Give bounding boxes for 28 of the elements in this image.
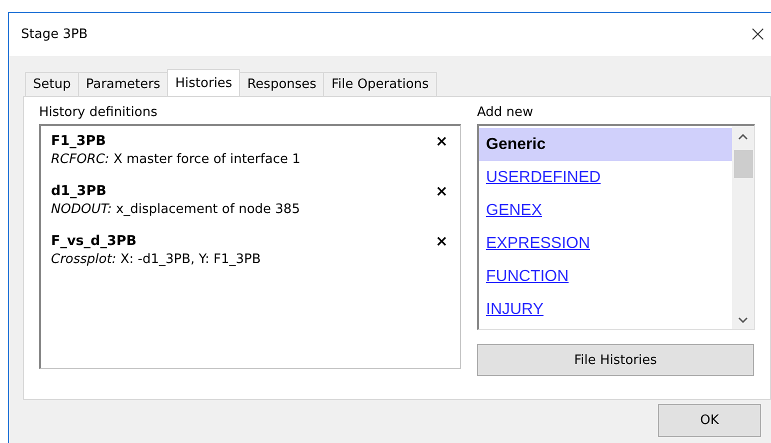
- file-histories-button[interactable]: File Histories: [477, 344, 754, 376]
- history-name: d1_3PB: [51, 183, 106, 199]
- remove-button[interactable]: ×: [433, 232, 450, 250]
- history-type-link[interactable]: FUNCTION: [486, 268, 569, 286]
- category-header[interactable]: Generic: [479, 128, 732, 161]
- tab[interactable]: Histories: [167, 69, 240, 96]
- section-label: History definitions: [39, 105, 158, 120]
- window-title: Stage 3PB: [21, 27, 88, 42]
- history-description: NODOUT: x_displacement of node 385: [51, 202, 301, 217]
- scroll-up-icon[interactable]: [738, 134, 748, 140]
- history-type-link[interactable]: EXPRESSION: [486, 234, 590, 252]
- history-description: RCFORC: X master force of interface 1: [51, 152, 302, 167]
- section-label: Add new: [477, 105, 534, 120]
- history-name: F_vs_d_3PB: [51, 233, 137, 249]
- history-type-link[interactable]: INJURY: [486, 300, 544, 318]
- remove-button[interactable]: ×: [433, 182, 450, 200]
- scrollbar[interactable]: [732, 126, 754, 329]
- history-name: F1_3PB: [51, 133, 106, 149]
- close-button[interactable]: ×: [744, 22, 771, 47]
- history-type-link[interactable]: GENEX: [486, 202, 542, 220]
- scroll-down-icon[interactable]: [738, 317, 748, 323]
- remove-button[interactable]: ×: [433, 132, 450, 150]
- history-description: Crossplot: X: -d1_3PB, Y: F1_3PB: [51, 252, 262, 267]
- tab[interactable]: File Operations: [323, 72, 437, 96]
- scroll-thumb[interactable]: [734, 150, 752, 178]
- ok-button[interactable]: OK: [658, 404, 761, 437]
- history-type-link[interactable]: USERDEFINED: [486, 168, 601, 186]
- tab[interactable]: Setup: [25, 72, 79, 96]
